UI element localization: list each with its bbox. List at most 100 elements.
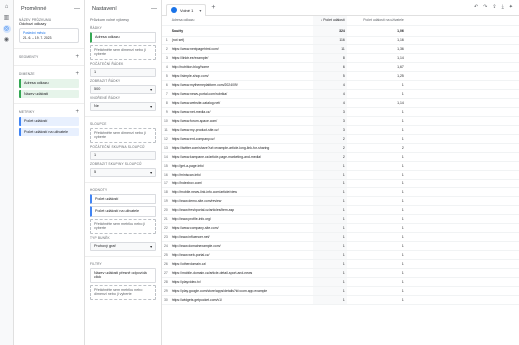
row-per-user: 1 <box>346 241 406 251</box>
table-row[interactable]: 1 (not set) 116 1,16 <box>162 36 519 46</box>
row-index: 23 <box>162 232 170 243</box>
table-row[interactable]: 19 http://www.demo-site.com/review 1 1 <box>162 196 519 207</box>
row-url: (not set) <box>169 36 313 46</box>
share-icon[interactable]: ⇪ <box>492 5 496 10</box>
metric-chip[interactable]: Počet událostí na uživatele <box>19 127 79 136</box>
report-canvas: Adresa odkazu ↓ Počet událostí Počet udá… <box>162 16 519 345</box>
add-metric-icon[interactable]: + <box>75 109 79 115</box>
filters-caption: FILTRY <box>90 261 102 266</box>
table-row[interactable]: 16 http://miniscan.info/1 1 <box>162 170 519 180</box>
table-row[interactable]: 7 https://www.news-portal.com/rubrika/4 1 <box>162 89 519 100</box>
table-row[interactable]: 20 http://www.freshportal.cz/articles/ite… <box>162 205 519 216</box>
technique-select[interactable]: Průzkum volné výkresy <box>85 18 161 22</box>
start-group-input[interactable]: 1 <box>90 150 156 160</box>
start-row-value: 1 <box>94 70 97 74</box>
metric-drop-zone[interactable]: Přetáhněte sem metriku nebo ji vyberte <box>90 218 156 234</box>
row-per-user: 1 <box>346 170 406 180</box>
table-row[interactable]: 30 https://widgets.getpocket.com/v1/1 1 <box>162 295 519 305</box>
date-range-picker[interactable]: Poslední měsíc 21. 6. – 19. 7. 2023 <box>19 28 79 43</box>
table-row[interactable]: 27 https://mobile-domain.cz/article-detai… <box>162 268 519 278</box>
redo-icon[interactable]: ↷ <box>483 5 487 10</box>
table-row[interactable]: 21 http://www.profile-info.org/1 1 <box>162 214 519 225</box>
value-metric[interactable]: Počet událostí na uživatele <box>90 206 156 217</box>
column-header[interactable]: Počet událostí na uživatele <box>346 16 406 26</box>
table-row[interactable]: 10 https://www.forum-space.com/3 1 <box>162 116 519 126</box>
row-events: 1 <box>312 205 347 216</box>
row-index: 27 <box>162 268 170 278</box>
table-row[interactable]: 23 http://www.influencer.net/1 1 <box>162 232 519 243</box>
row-url: https://www.my-product-site.cz/ <box>169 125 313 135</box>
table-row[interactable]: 28 https://playvideo.tv/1 1 <box>162 277 519 287</box>
column-drop-zone[interactable]: Přetáhněte sem dimenzi nebo ji vyberte <box>90 127 156 143</box>
row-per-user: 1,67 <box>346 62 406 73</box>
add-tab-button[interactable]: + <box>211 4 215 11</box>
table-row[interactable]: 24 http://www.domainexample.com/1 1 <box>162 241 519 251</box>
table-row[interactable]: 26 https://otherdomain.cz/1 1 <box>162 259 519 269</box>
undo-icon[interactable]: ↶ <box>474 5 478 10</box>
filter-item[interactable]: Název události přesně odpovídá click <box>90 267 156 283</box>
row-per-user: 1 <box>346 161 406 171</box>
dimension-chip[interactable]: Adresa odkazu <box>19 79 79 88</box>
add-segment-icon[interactable]: + <box>75 54 79 60</box>
column-header-sorted[interactable]: ↓ Počet událostí <box>312 16 347 26</box>
table-row[interactable]: 6 https://www.mythemeplatform.com/2024/09… <box>162 80 519 91</box>
start-row-input[interactable]: 1 <box>90 67 156 77</box>
table-row[interactable]: 13 https://twitter.com/share?url=example-… <box>162 143 519 153</box>
table-row[interactable]: 3 https://linktr.ee/example/8 1,14 <box>162 53 519 64</box>
row-index: 7 <box>162 89 170 100</box>
table-row[interactable]: 25 http://www.web-portal.cz/1 1 <box>162 250 519 260</box>
cell-type-value: Pruhový graf <box>94 244 116 248</box>
table-row[interactable]: 18 http://mobile.news-link-info.com/artic… <box>162 187 519 198</box>
row-dimension[interactable]: Adresa odkazu <box>90 32 156 43</box>
advertising-icon[interactable]: ◉ <box>3 36 11 44</box>
home-icon[interactable]: ⌂ <box>3 3 11 11</box>
table-row[interactable]: 2 https://www.nextpagehtml.com/11 1,36 <box>162 44 519 55</box>
column-header[interactable]: Adresa odkazu <box>169 16 313 26</box>
table-row[interactable]: 5 https://simple-shop.com/5 1,25 <box>162 71 519 82</box>
nested-rows-select[interactable]: Ne ▾ <box>90 101 156 111</box>
cell-type-caption: TYP BUNĚK <box>90 235 110 240</box>
show-rows-select[interactable]: 500 ▾ <box>90 84 156 94</box>
cell-type-select[interactable]: Pruhový graf ▾ <box>90 241 156 251</box>
add-dimension-icon[interactable]: + <box>75 71 79 77</box>
row-events: 2 <box>312 134 347 144</box>
table-row[interactable]: 17 http://indexbox.com/1 1 <box>162 179 519 189</box>
metric-chip[interactable]: Počet událostí <box>19 117 79 126</box>
row-index: 10 <box>162 116 170 126</box>
row-url: https://www.nextpagehtml.com/ <box>169 44 313 55</box>
collapse-icon[interactable]: — <box>151 6 157 12</box>
value-metric[interactable]: Počet událostí <box>90 193 156 204</box>
row-per-user: 1,14 <box>346 98 406 108</box>
collapse-icon[interactable]: — <box>74 6 80 12</box>
tab-color-icon <box>171 7 177 13</box>
table-row[interactable]: 8 https://www.website-catalog.net/4 1,14 <box>162 98 519 108</box>
row-events: 6 <box>312 62 347 73</box>
table-row[interactable]: 29 https://play.google.com/store/apps/det… <box>162 286 519 296</box>
chevron-down-icon: ▾ <box>150 244 152 249</box>
row-per-user: 1 <box>346 89 406 100</box>
table-row[interactable]: 9 https://www.net-media.cz/3 1 <box>162 107 519 117</box>
row-index: 16 <box>162 170 170 180</box>
show-groups-select[interactable]: 5 ▾ <box>90 167 156 177</box>
row-events: 5 <box>312 71 347 82</box>
table-row[interactable]: 15 http://get-a-page.info/1 1 <box>162 161 519 171</box>
explore-icon[interactable]: ◎ <box>2 25 11 33</box>
insights-icon[interactable]: ✦ <box>509 5 513 10</box>
chevron-down-icon[interactable]: ▾ <box>199 8 201 13</box>
table-row[interactable]: 4 http://nutrition.blog/home 6 1,67 <box>162 62 519 73</box>
table-row[interactable]: 22 https://www.company-site.com/1 1 <box>162 223 519 234</box>
row-events: 1 <box>312 268 347 278</box>
table-row[interactable]: 11 https://www.my-product-site.cz/3 1 <box>162 125 519 135</box>
table-row[interactable]: 12 https://www.ent-company.cz/2 1 <box>162 134 519 144</box>
row-drop-zone[interactable]: Přetáhněte sem dimenzi nebo ji vyberte <box>90 44 156 60</box>
download-icon[interactable]: ⤓ <box>502 5 504 10</box>
nested-rows-value: Ne <box>94 104 99 108</box>
tab-volne-1[interactable]: Volné 1 ▾ <box>166 3 207 16</box>
reports-icon[interactable]: ▥ <box>3 14 11 22</box>
table-row[interactable]: 14 https://www.kampane.cz/article-page-ma… <box>162 152 519 162</box>
exploration-name[interactable]: Odchozí odkazy <box>14 22 84 26</box>
filter-drop-zone[interactable]: Přetáhněte sem metriku nebo dimenzi nebo… <box>90 284 156 300</box>
row-events: 8 <box>312 53 347 64</box>
dimension-chip[interactable]: Název události <box>19 89 79 98</box>
row-events: 1 <box>312 286 347 296</box>
